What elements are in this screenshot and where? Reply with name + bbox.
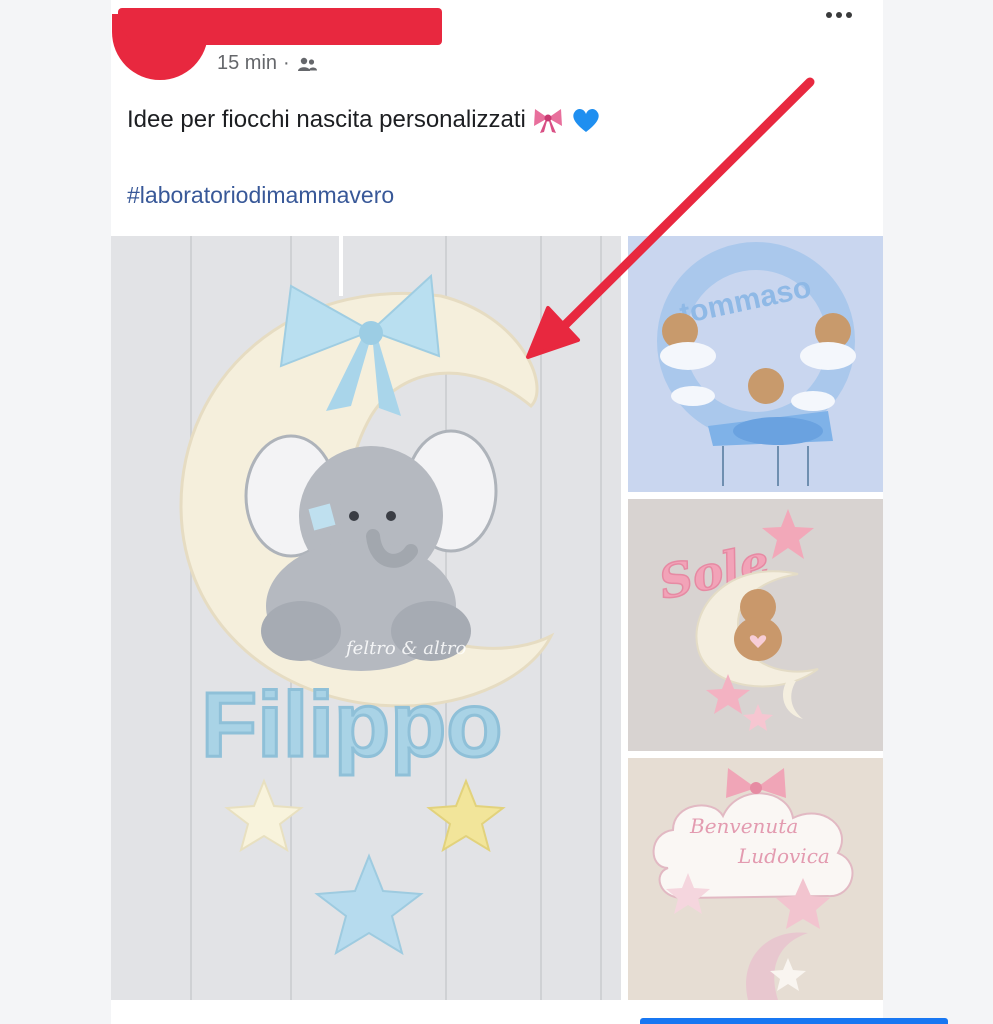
- post-message-text: Idee per fiocchi nascita personalizzati: [127, 106, 526, 133]
- screen: 15 min · Idee per fiocchi nascita person…: [0, 0, 993, 1024]
- bottom-accent-bar: [640, 1018, 948, 1024]
- photo-watermark: feltro & altro: [344, 638, 467, 659]
- more-options-icon[interactable]: [826, 12, 852, 18]
- ribbon-emoji: [532, 106, 564, 134]
- meta-separator: ·: [283, 52, 290, 74]
- redacted-author-name: [118, 8, 442, 45]
- blue-heart-emoji: [570, 106, 602, 134]
- photo-main[interactable]: feltro & altro Filippo: [111, 236, 621, 1000]
- post-meta: 15 min ·: [217, 52, 318, 75]
- photo-thumbnail-1[interactable]: tommaso: [628, 236, 883, 492]
- post-message: Idee per fiocchi nascita personalizzati: [127, 106, 602, 134]
- more-dot: [836, 12, 842, 18]
- photo-thumb3-line1: Benvenuta: [689, 814, 798, 838]
- more-dot: [826, 12, 832, 18]
- photo-thumbnail-2[interactable]: Sole: [628, 499, 883, 751]
- photo-thumbnail-3[interactable]: Benvenuta Ludovica: [628, 758, 883, 1000]
- more-dot: [846, 12, 852, 18]
- hashtag-link[interactable]: #laboratoriodimammavero: [127, 182, 394, 209]
- post-time[interactable]: 15 min: [217, 52, 277, 75]
- group-icon: [296, 56, 318, 72]
- photo-main-name: Filippo: [201, 674, 502, 776]
- post-header: 15 min ·: [0, 0, 852, 90]
- photo-thumb3-line2: Ludovica: [737, 844, 830, 868]
